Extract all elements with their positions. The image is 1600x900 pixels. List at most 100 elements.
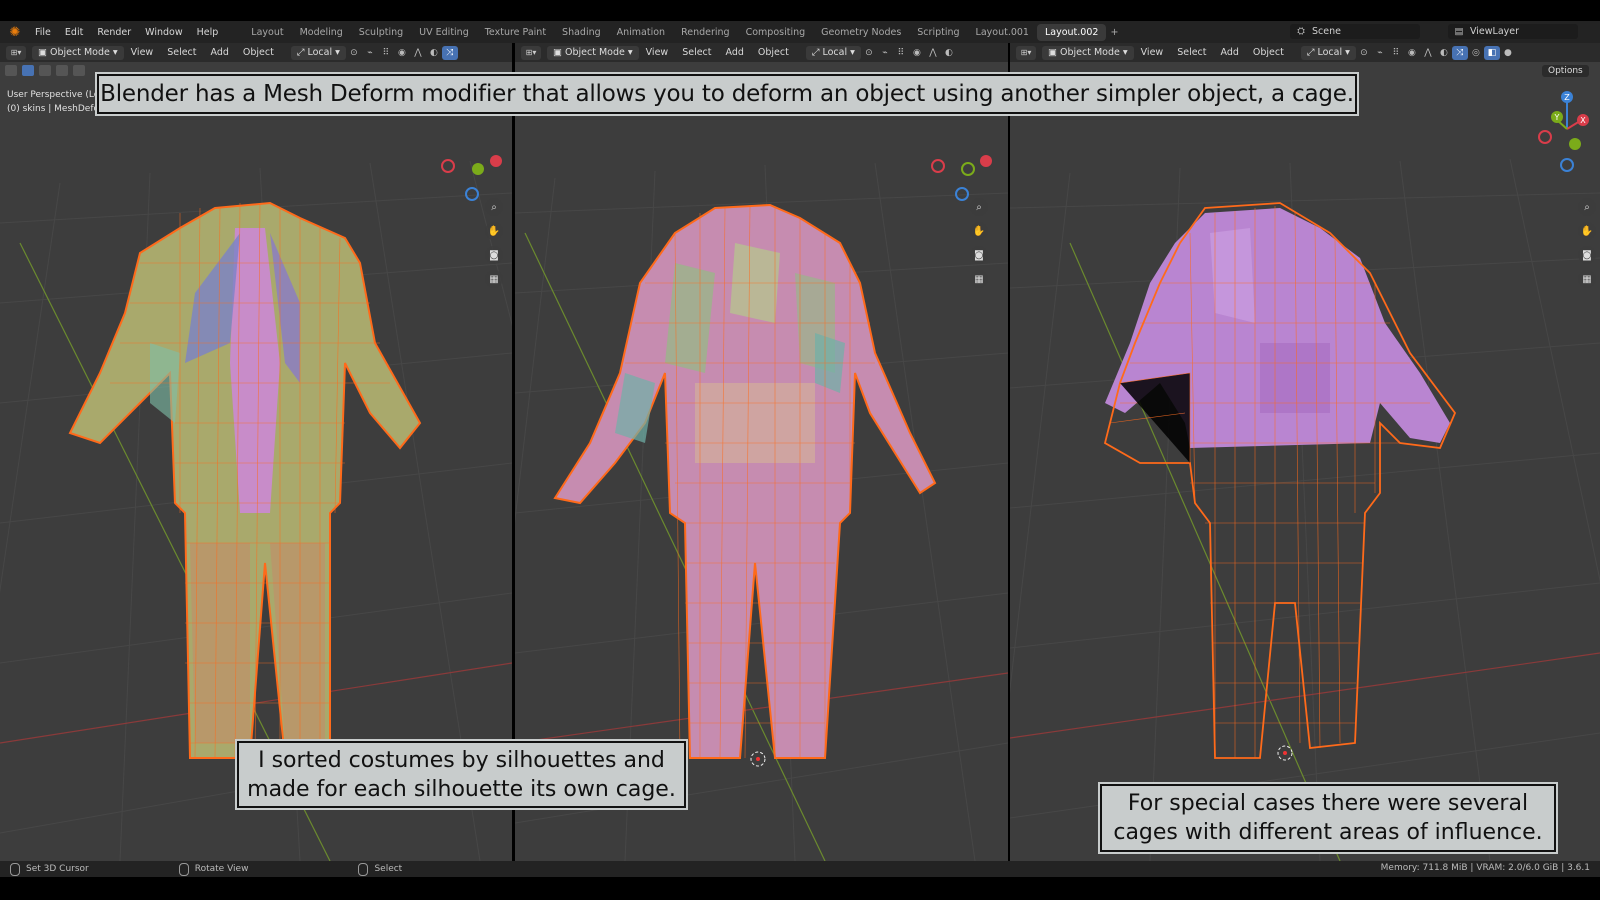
snap-target-icon[interactable]: ⠿: [378, 46, 394, 60]
orientation-selector[interactable]: ⤢ Local ▾: [1300, 45, 1356, 60]
gizmo-z-label: Z: [1564, 93, 1570, 102]
viewport-left[interactable]: ⊞▾ ▣ Object Mode ▾ View Select Add Objec…: [0, 43, 512, 861]
view-layer-selector[interactable]: ▤ ViewLayer: [1448, 24, 1578, 39]
select-mode-new-icon[interactable]: [22, 64, 34, 76]
menu-object[interactable]: Object: [1246, 47, 1291, 58]
menu-edit[interactable]: Edit: [58, 27, 90, 38]
pan-hand-icon[interactable]: ✋: [970, 222, 988, 240]
tab-layout[interactable]: Layout: [243, 24, 291, 41]
menu-add[interactable]: Add: [1214, 47, 1246, 58]
menu-select[interactable]: Select: [1170, 47, 1213, 58]
mode-selector[interactable]: ▣ Object Mode ▾: [32, 45, 124, 60]
select-mode-subtract-icon[interactable]: [56, 64, 68, 76]
tab-texture-paint[interactable]: Texture Paint: [477, 24, 554, 41]
tab-modeling[interactable]: Modeling: [292, 24, 351, 41]
menu-add[interactable]: Add: [204, 47, 236, 58]
status-left1: Set 3D Cursor: [26, 864, 89, 874]
select-mode-extend-icon[interactable]: [39, 64, 51, 76]
mouse-right-icon: [358, 862, 369, 876]
select-mode-invert-icon[interactable]: [73, 64, 85, 76]
proportional-edit-icon[interactable]: ◉: [394, 46, 410, 60]
proportional-edit-icon[interactable]: ◉: [909, 46, 925, 60]
tab-scripting[interactable]: Scripting: [909, 24, 967, 41]
overlay-icon[interactable]: ◎: [1468, 46, 1484, 60]
camera-icon[interactable]: ◙: [485, 246, 503, 264]
axis-icon: ⤢: [1306, 47, 1318, 58]
tab-geometry-nodes[interactable]: Geometry Nodes: [813, 24, 909, 41]
tab-sculpting[interactable]: Sculpting: [351, 24, 411, 41]
menu-help[interactable]: Help: [190, 27, 226, 38]
xray-icon[interactable]: ◧: [1483, 45, 1500, 60]
navigation-gizmo[interactable]: Z X Y: [1530, 87, 1600, 197]
visibility-icon[interactable]: ◐: [1436, 46, 1452, 60]
tab-uv-editing[interactable]: UV Editing: [411, 24, 477, 41]
scene-selector[interactable]: ⛭ Scene: [1290, 24, 1420, 39]
menu-select[interactable]: Select: [160, 47, 203, 58]
tab-animation[interactable]: Animation: [609, 24, 673, 41]
status-hint-right: Select: [358, 862, 402, 876]
blender-logo-icon[interactable]: ✺: [6, 23, 24, 41]
snap-target-icon[interactable]: ⠿: [1388, 46, 1404, 60]
menu-add[interactable]: Add: [719, 47, 751, 58]
zoom-icon[interactable]: ⌕: [485, 198, 503, 216]
menu-view[interactable]: View: [639, 47, 676, 58]
pivot-icon[interactable]: ⊙: [346, 46, 362, 60]
orientation-selector[interactable]: ⤢ Local ▾: [290, 45, 346, 60]
editor-type-icon[interactable]: ⊞▾: [1016, 45, 1036, 60]
visibility-icon[interactable]: ◐: [941, 46, 957, 60]
grid-view-icon[interactable]: ▦: [485, 270, 503, 288]
pivot-icon[interactable]: ⊙: [1356, 46, 1372, 60]
falloff-icon[interactable]: ⋀: [925, 46, 941, 60]
visibility-icon[interactable]: ◐: [426, 46, 442, 60]
menu-render[interactable]: Render: [90, 27, 138, 38]
menu-file[interactable]: File: [28, 27, 58, 38]
pan-hand-icon[interactable]: ✋: [485, 222, 503, 240]
gizmo-toggle-icon[interactable]: ⤨: [1451, 45, 1468, 60]
tab-compositing[interactable]: Compositing: [738, 24, 814, 41]
orientation-label: Local: [307, 47, 333, 58]
pivot-icon[interactable]: ⊙: [861, 46, 877, 60]
viewport-nav-tools: ⌕ ✋ ◙ ▦: [485, 198, 503, 288]
viewport-right[interactable]: ⊞▾ ▣ Object Mode ▾ View Select Add Objec…: [1010, 43, 1600, 861]
viewport-header: ⊞▾ ▣ Object Mode ▾ View Select Add Objec…: [515, 43, 1008, 62]
menu-object[interactable]: Object: [236, 47, 281, 58]
pan-hand-icon[interactable]: ✋: [1578, 222, 1596, 240]
tab-layout-002[interactable]: Layout.002: [1036, 23, 1107, 41]
caption-middle-line2: made for each silhouette its own cage.: [247, 776, 676, 802]
camera-icon[interactable]: ◙: [970, 246, 988, 264]
orientation-selector[interactable]: ⤢ Local ▾: [805, 45, 861, 60]
options-dropdown[interactable]: Options: [1542, 65, 1589, 77]
grid-view-icon[interactable]: ▦: [970, 270, 988, 288]
grid-view-icon[interactable]: ▦: [1578, 270, 1596, 288]
shading-solid-icon[interactable]: ●: [1500, 46, 1516, 60]
navigation-gizmo[interactable]: [440, 111, 510, 201]
tab-layout-001[interactable]: Layout.001: [968, 24, 1037, 41]
menu-view[interactable]: View: [124, 47, 161, 58]
snap-icon[interactable]: ⌁: [1372, 46, 1388, 60]
snap-icon[interactable]: ⌁: [362, 46, 378, 60]
editor-type-icon[interactable]: ⊞▾: [6, 45, 26, 60]
snap-icon[interactable]: ⌁: [877, 46, 893, 60]
mode-selector[interactable]: ▣ Object Mode ▾: [1042, 45, 1134, 60]
falloff-icon[interactable]: ⋀: [410, 46, 426, 60]
editor-type-icon[interactable]: ⊞▾: [521, 45, 541, 60]
add-workspace-icon[interactable]: +: [1106, 24, 1122, 41]
zoom-icon[interactable]: ⌕: [970, 198, 988, 216]
tab-shading[interactable]: Shading: [554, 24, 609, 41]
menu-view[interactable]: View: [1134, 47, 1171, 58]
zoom-icon[interactable]: ⌕: [1578, 198, 1596, 216]
viewport-middle[interactable]: ⊞▾ ▣ Object Mode ▾ View Select Add Objec…: [515, 43, 1008, 861]
select-box-icon[interactable]: [5, 64, 17, 76]
camera-icon[interactable]: ◙: [1578, 246, 1596, 264]
top-bar: ✺ File Edit Render Window Help Layout Mo…: [0, 21, 1600, 43]
mode-selector[interactable]: ▣ Object Mode ▾: [547, 45, 639, 60]
proportional-edit-icon[interactable]: ◉: [1404, 46, 1420, 60]
navigation-gizmo[interactable]: [930, 111, 1000, 201]
menu-window[interactable]: Window: [138, 27, 189, 38]
tab-rendering[interactable]: Rendering: [673, 24, 738, 41]
snap-target-icon[interactable]: ⠿: [893, 46, 909, 60]
gizmo-toggle-icon[interactable]: ⤨: [441, 45, 458, 60]
falloff-icon[interactable]: ⋀: [1420, 46, 1436, 60]
menu-select[interactable]: Select: [675, 47, 718, 58]
menu-object[interactable]: Object: [751, 47, 796, 58]
